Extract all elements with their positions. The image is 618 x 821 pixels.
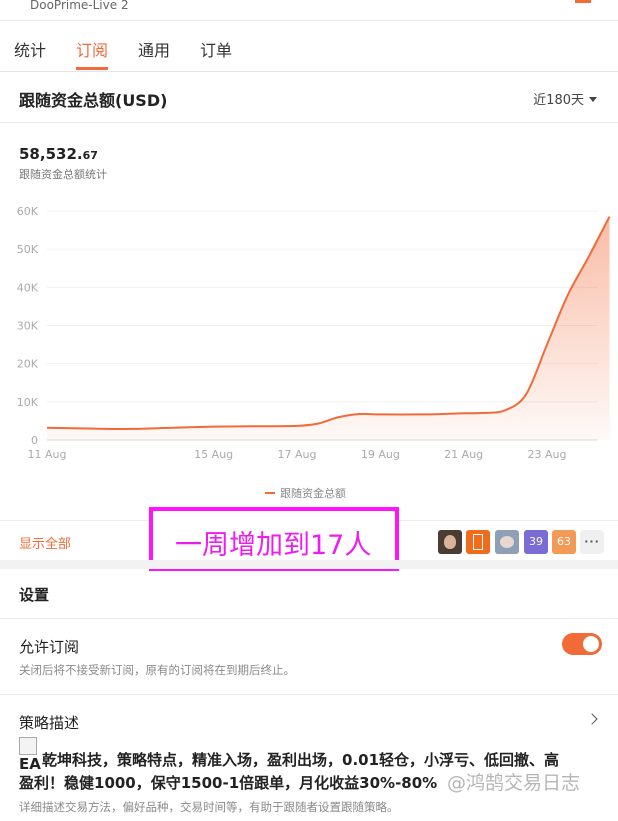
account-name: DooPrime-Live 2 [30, 0, 129, 12]
allow-subscribe-description: 关闭后将不接受新订阅，原有的订阅将在到期后终止。 [19, 663, 295, 677]
card-header: 跟随资金总额(USD) 近180天 [0, 72, 618, 123]
period-dropdown[interactable]: 近180天 [533, 89, 597, 108]
total-value-int: 58,532. [19, 145, 83, 163]
caret-down-icon [589, 97, 597, 102]
tab-subscription[interactable]: 订阅 [76, 37, 108, 61]
tab-orders[interactable]: 订单 [200, 37, 232, 61]
x-tick-label: 17 Aug [278, 448, 317, 461]
chevron-right-icon[interactable] [586, 713, 598, 725]
account-bar: DooPrime-Live 2 [0, 0, 618, 21]
show-all-link[interactable]: 显示全部 [19, 533, 71, 552]
avatar-count-badge[interactable]: 39 [524, 530, 548, 554]
avatar-count-badge[interactable]: 63 [552, 530, 576, 554]
toggle-knob [583, 636, 599, 652]
allow-subscribe-label: 允许订阅 [19, 638, 80, 656]
strategy-hint: 详细描述交易方法，偏好品种，交易时间等，有助于跟随者设置跟随策略。 [19, 800, 399, 814]
annotation-text: 一周增加到17人 [175, 530, 372, 561]
follow-funds-chart: 0 10K 20K 30K 40K 50K 60K 11 Aug 15 Aug 17 Aug 19… [17, 205, 611, 500]
y-tick-label: 20K [17, 358, 39, 371]
strategy-text-line1: 乾坤科技，策略特点，精准入场，盈利出场，0.01轻仓，小浮亏、低回撤、高 [42, 751, 560, 769]
subscriber-avatars: 39 63 ··· [438, 530, 604, 554]
section-divider [0, 560, 618, 569]
tab-general[interactable]: 通用 [138, 37, 170, 61]
allow-subscribe-toggle[interactable] [562, 633, 602, 655]
total-value-decimal: 67 [82, 149, 98, 162]
y-tick-label: 60K [17, 205, 39, 218]
strategy-description-label[interactable]: 策略描述 [19, 712, 79, 733]
active-tab-indicator [76, 67, 108, 70]
chart-series-line [46, 216, 611, 430]
legend-label: 跟随资金总额 [280, 486, 346, 500]
broken-image-icon [19, 737, 37, 755]
y-tick-label: 0 [31, 434, 38, 447]
x-tick-label: 19 Aug [361, 448, 400, 461]
menu-icon[interactable] [575, 0, 591, 3]
x-tick-label: 15 Aug [194, 448, 233, 461]
tab-statistics[interactable]: 统计 [14, 37, 46, 61]
more-icon[interactable]: ··· [580, 530, 604, 554]
y-tick-label: 40K [17, 281, 39, 294]
avatar[interactable] [438, 530, 462, 554]
divider [0, 694, 618, 695]
watermark: @鸿鹄交易日志 [447, 772, 581, 794]
ea-image-alt: EA [19, 755, 41, 773]
total-value: 58,532.67 [19, 145, 98, 163]
x-tick-label: 11 Aug [28, 448, 67, 461]
y-tick-label: 30K [17, 320, 39, 333]
period-label: 近180天 [533, 93, 584, 108]
y-tick-label: 10K [17, 396, 39, 409]
avatar[interactable] [466, 530, 490, 554]
x-tick-label: 23 Aug [528, 448, 567, 461]
tab-bar: 统计 订阅 通用 订单 [0, 21, 618, 72]
avatar[interactable] [495, 530, 519, 554]
settings-title: 设置 [19, 586, 50, 604]
y-tick-label: 50K [17, 243, 39, 256]
chart-legend: 跟随资金总额 [265, 486, 346, 500]
total-value-caption: 跟随资金总额统计 [19, 168, 107, 181]
chart-area-fill [47, 216, 610, 440]
divider [0, 618, 618, 619]
x-tick-label: 21 Aug [444, 448, 483, 461]
card-title: 跟随资金总额(USD) [19, 91, 168, 110]
